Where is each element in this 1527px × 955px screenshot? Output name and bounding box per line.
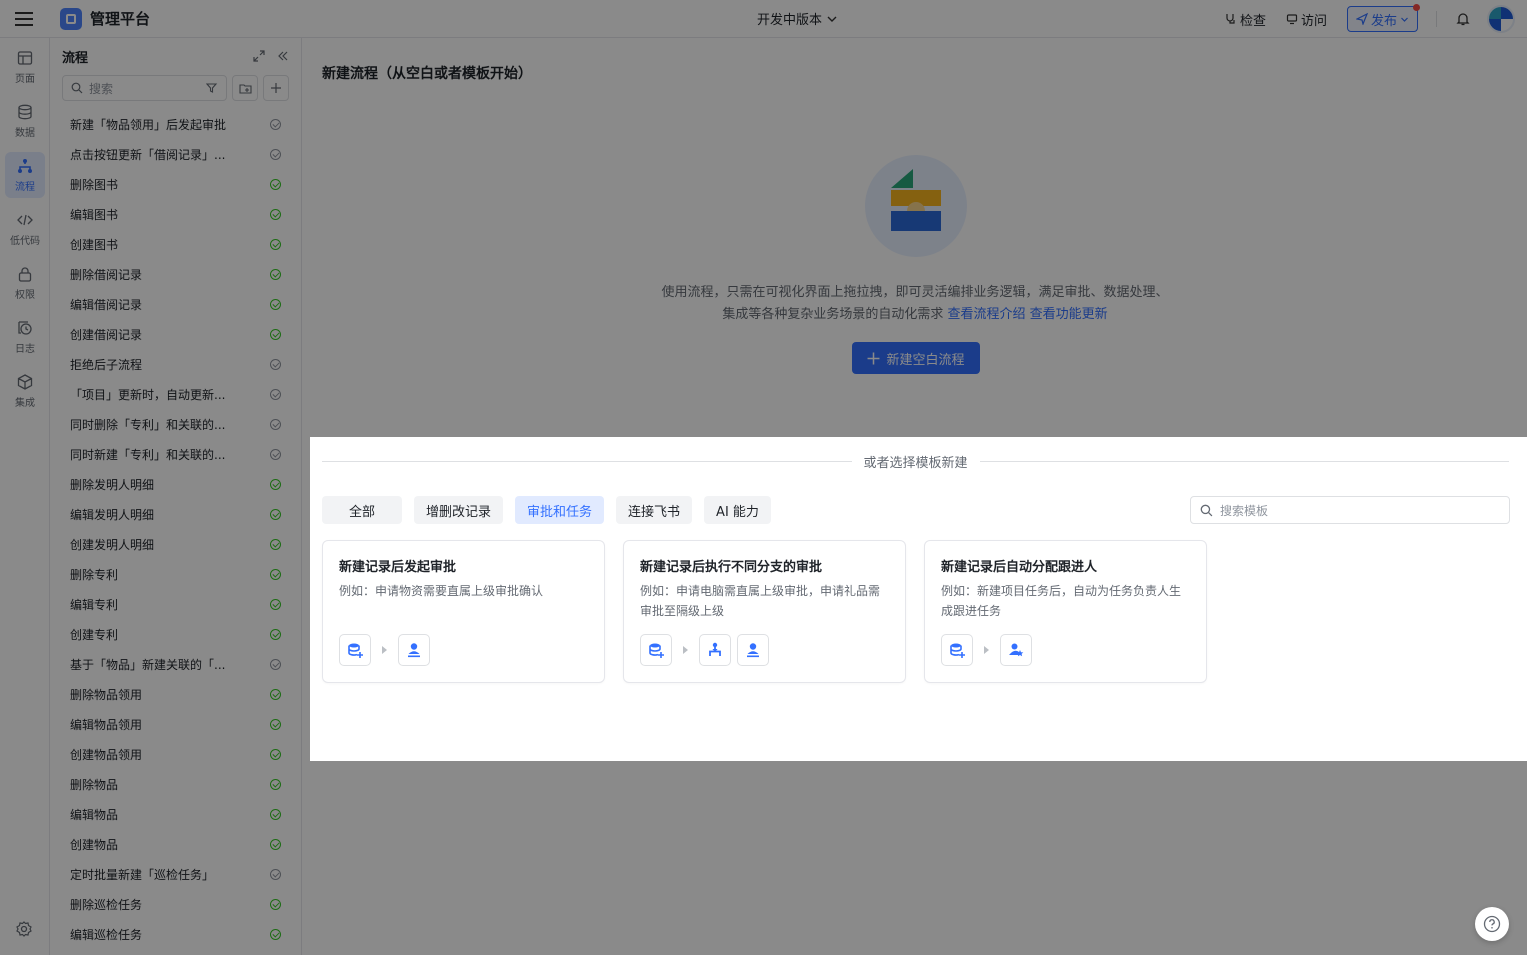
template-card-steps xyxy=(640,634,769,666)
template-card-steps xyxy=(339,634,430,666)
template-card-steps xyxy=(941,634,1032,666)
template-card[interactable]: 新建记录后执行不同分支的审批例如：申请电脑需直属上级审批，申请礼品需审批至隔级上… xyxy=(623,540,906,683)
arrow-right-icon xyxy=(382,646,387,654)
arrow-right-icon xyxy=(683,646,688,654)
template-tab[interactable]: 全部 xyxy=(322,496,402,524)
template-tab[interactable]: AI 能力 xyxy=(704,496,771,524)
branch-icon xyxy=(699,634,731,666)
template-divider-text: 或者选择模板新建 xyxy=(863,455,968,471)
assignee-icon xyxy=(1000,634,1032,666)
template-card-desc: 例如：申请电脑需直属上级审批，申请礼品需审批至隔级上级 xyxy=(640,584,881,618)
template-card-title: 新建记录后发起审批 xyxy=(339,560,457,575)
database-add-icon xyxy=(640,634,672,666)
approver-icon xyxy=(398,634,430,666)
template-search-placeholder: 搜索模板 xyxy=(1220,503,1269,518)
database-add-icon xyxy=(941,634,973,666)
template-tab[interactable]: 审批和任务 xyxy=(515,496,605,524)
search-icon xyxy=(1200,504,1213,516)
template-card[interactable]: 新建记录后发起审批例如：申请物资需要直属上级审批确认 xyxy=(322,540,605,683)
template-panel: 或者选择模板新建 全部 增删改记录 审批和任务 连接飞书 AI 能力 搜索模板 新建记录… xyxy=(310,437,1527,761)
question-icon xyxy=(1483,915,1501,933)
help-button[interactable] xyxy=(1475,907,1509,941)
template-tab[interactable]: 增删改记录 xyxy=(414,496,504,524)
template-tabs: 全部 增删改记录 审批和任务 连接飞书 AI 能力 xyxy=(322,496,771,524)
arrow-right-icon xyxy=(984,646,989,654)
template-card-desc: 例如：申请物资需要直属上级审批确认 xyxy=(339,584,544,598)
template-search-input[interactable]: 搜索模板 xyxy=(1190,496,1510,524)
template-tab[interactable]: 连接飞书 xyxy=(616,496,693,524)
template-card-desc: 例如：新建项目任务后，自动为任务负责人生成跟进任务 xyxy=(941,584,1182,618)
approver-icon xyxy=(737,634,769,666)
template-card-title: 新建记录后自动分配跟进人 xyxy=(941,560,1098,575)
template-card-title: 新建记录后执行不同分支的审批 xyxy=(640,560,823,575)
template-cards: 新建记录后发起审批 例如：申请物资需要直属上级审批确认 新建记录后执行不同分支的审批… xyxy=(322,540,1207,683)
template-card[interactable]: 新建记录后自动分配跟进人例如：新建项目任务后，自动为任务负责人生成跟进任务 xyxy=(924,540,1207,683)
database-add-icon xyxy=(339,634,371,666)
